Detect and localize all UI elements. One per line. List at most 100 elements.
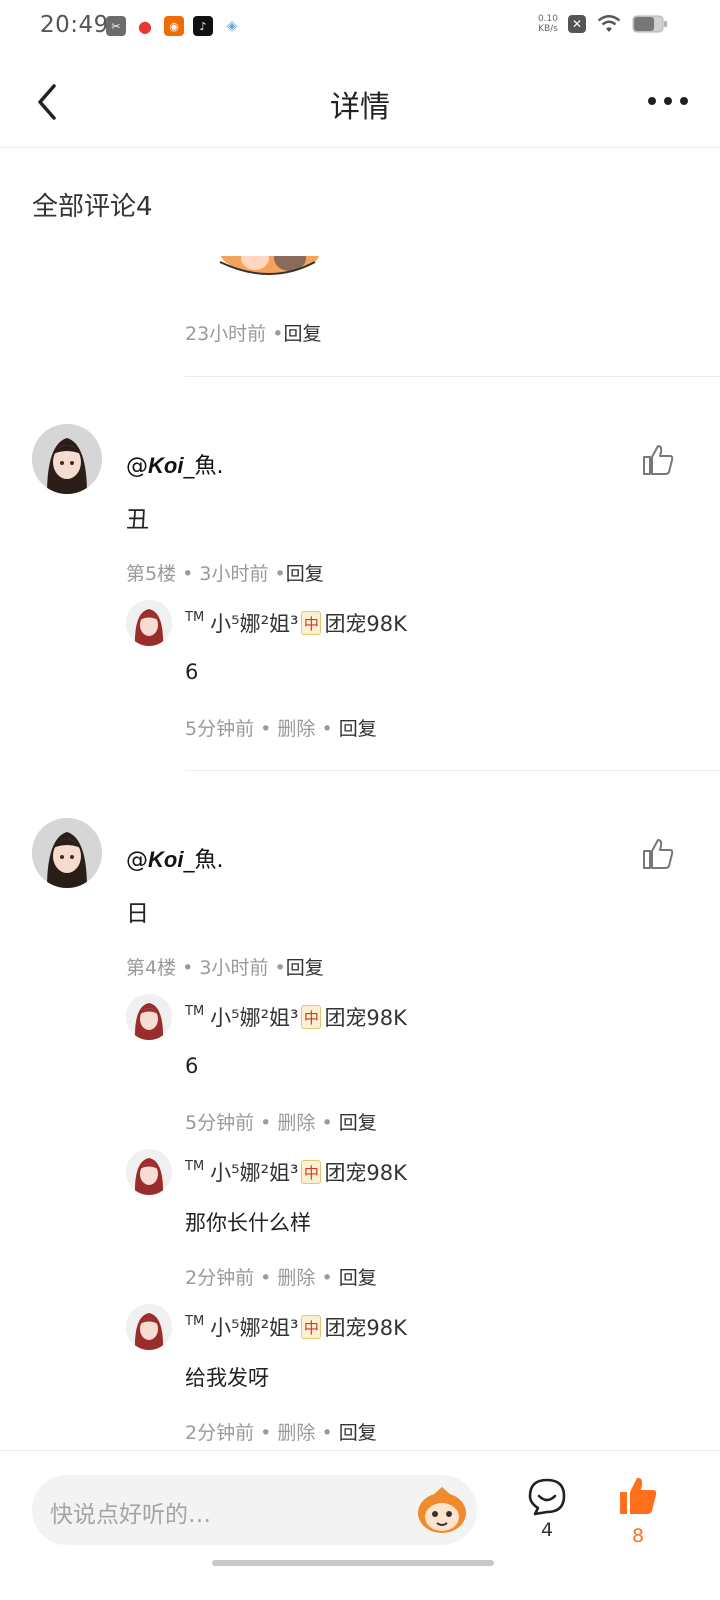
reply-link[interactable]: 回复 bbox=[283, 323, 321, 345]
tm-mark: TM bbox=[185, 1003, 205, 1019]
tm-mark: TM bbox=[185, 1313, 205, 1329]
delete-link[interactable]: 删除 bbox=[277, 1267, 315, 1289]
page-title: 详情 bbox=[330, 90, 390, 125]
reply-meta: 2分钟前 • 删除 • 回复 bbox=[185, 1422, 377, 1444]
comment-input-placeholder: 快说点好听的… bbox=[50, 1502, 211, 1528]
game-icon: ◉ bbox=[164, 16, 184, 36]
reply-username-main: 小⁵娜²姐³ bbox=[210, 1316, 299, 1340]
username-main: Koi bbox=[148, 453, 184, 478]
reply-meta: 2分钟前 • 删除 • 回复 bbox=[185, 1267, 377, 1289]
status-app-icons: ✂ ● ◉ ♪ ◈ bbox=[106, 16, 242, 36]
battery-icon bbox=[632, 15, 667, 33]
reply-text: 给我发呀 bbox=[185, 1366, 269, 1390]
reply-avatar[interactable] bbox=[126, 600, 172, 646]
reply-time: 5分钟前 bbox=[185, 1112, 255, 1134]
reply-text: 6 bbox=[185, 1054, 199, 1078]
username-prefix: @ bbox=[126, 454, 148, 479]
tm-mark: TM bbox=[185, 1158, 205, 1174]
reply-link[interactable]: 回复 bbox=[339, 1267, 377, 1289]
reply-username[interactable]: TM 小⁵娜²姐³ 中 团宠98K bbox=[185, 1002, 407, 1032]
mahjong-tile-icon: 中 bbox=[301, 1005, 322, 1029]
username-prefix: @ bbox=[126, 848, 148, 873]
reply-avatar[interactable] bbox=[126, 1149, 172, 1195]
delete-link[interactable]: 删除 bbox=[277, 1112, 315, 1134]
scissors-icon: ✂ bbox=[106, 16, 126, 36]
reply-username-tail: 团宠98K bbox=[324, 612, 407, 636]
reply-username[interactable]: TM 小⁵娜²姐³ 中 团宠98K bbox=[185, 1312, 407, 1342]
reply-link[interactable]: 回复 bbox=[339, 1422, 377, 1444]
reply-text: 那你长什么样 bbox=[185, 1211, 311, 1235]
comment-meta: 第4楼 • 3小时前 •回复 bbox=[126, 957, 324, 979]
username-main: Koi bbox=[148, 847, 184, 872]
reply-username-main: 小⁵娜²姐³ bbox=[210, 612, 299, 636]
reply-username-tail: 团宠98K bbox=[324, 1316, 407, 1340]
wifi-icon bbox=[597, 15, 621, 32]
username-suffix: _魚. bbox=[183, 848, 224, 873]
bottom-bar: 快说点好听的… 4 8 bbox=[0, 1450, 720, 1600]
kite-icon: ◈ bbox=[222, 16, 242, 36]
avatar[interactable] bbox=[32, 818, 102, 888]
comment-floor: 第4楼 bbox=[126, 957, 177, 979]
top-comment-meta: 23小时前 •回复 bbox=[185, 323, 322, 345]
reply-link[interactable]: 回复 bbox=[286, 957, 324, 979]
reply-link[interactable]: 回复 bbox=[339, 718, 377, 740]
thumbs-up-icon[interactable] bbox=[641, 443, 675, 477]
tiktok-icon: ♪ bbox=[193, 16, 213, 36]
reply-time: 2分钟前 bbox=[185, 1267, 255, 1289]
like-count: 8 bbox=[631, 1525, 645, 1547]
network-speed-unit: KB/s bbox=[538, 24, 558, 34]
reply-username-tail: 团宠98K bbox=[324, 1161, 407, 1185]
sticker-image bbox=[215, 256, 320, 278]
divider bbox=[185, 376, 720, 377]
delete-link[interactable]: 删除 bbox=[277, 718, 315, 740]
comment-time: 3小时前 bbox=[199, 563, 269, 585]
comment-meta: 第5楼 • 3小时前 •回复 bbox=[126, 563, 324, 585]
network-speed-value: 0.10 bbox=[537, 14, 558, 24]
more-dots-icon[interactable] bbox=[646, 92, 690, 110]
network-speed: 0.10 KB/s bbox=[538, 14, 558, 34]
avatar[interactable] bbox=[32, 424, 102, 494]
reply-time: 5分钟前 bbox=[185, 718, 255, 740]
reply-avatar[interactable] bbox=[126, 994, 172, 1040]
comment-username[interactable]: @Koi_魚. bbox=[126, 842, 223, 874]
balloon-icon: ● bbox=[135, 16, 155, 36]
comment-text: 日 bbox=[126, 901, 149, 927]
reply-time: 2分钟前 bbox=[185, 1422, 255, 1444]
reply-username-tail: 团宠98K bbox=[324, 1006, 407, 1030]
reply-link[interactable]: 回复 bbox=[339, 1112, 377, 1134]
comment-floor: 第5楼 bbox=[126, 563, 177, 585]
comment-time: 23小时前 bbox=[185, 323, 267, 345]
reply-username[interactable]: TM 小⁵娜²姐³ 中 团宠98K bbox=[185, 608, 407, 638]
thumbs-up-icon[interactable] bbox=[641, 837, 675, 871]
monkey-mascot-icon[interactable] bbox=[415, 1485, 469, 1535]
username-suffix: _魚. bbox=[183, 454, 224, 479]
reply-text: 6 bbox=[185, 660, 199, 684]
comment-username[interactable]: @Koi_魚. bbox=[126, 448, 223, 480]
status-time: 20:49 bbox=[40, 12, 109, 38]
comment-count: 4 bbox=[540, 1519, 554, 1541]
mahjong-tile-icon: 中 bbox=[301, 1315, 322, 1339]
home-indicator[interactable] bbox=[212, 1560, 494, 1566]
comment-bubble-icon[interactable] bbox=[527, 1477, 567, 1517]
all-comments-title: 全部评论4 bbox=[32, 192, 153, 222]
comment-input[interactable]: 快说点好听的… bbox=[32, 1475, 477, 1545]
close-box-icon: ✕ bbox=[568, 15, 586, 33]
delete-link[interactable]: 删除 bbox=[277, 1422, 315, 1444]
comment-text: 丑 bbox=[126, 507, 149, 533]
mahjong-tile-icon: 中 bbox=[301, 611, 322, 635]
reply-username[interactable]: TM 小⁵娜²姐³ 中 团宠98K bbox=[185, 1157, 407, 1187]
reply-meta: 5分钟前 • 删除 • 回复 bbox=[185, 1112, 377, 1134]
thumbs-up-filled-icon[interactable] bbox=[617, 1475, 659, 1517]
reply-meta: 5分钟前 • 删除 • 回复 bbox=[185, 718, 377, 740]
status-right: 0.10 KB/s ✕ bbox=[538, 14, 668, 34]
mahjong-tile-icon: 中 bbox=[301, 1160, 322, 1184]
status-bar: 20:49 ✂ ● ◉ ♪ ◈ 0.10 KB/s ✕ bbox=[0, 0, 720, 56]
reply-username-main: 小⁵娜²姐³ bbox=[210, 1006, 299, 1030]
reply-avatar[interactable] bbox=[126, 1304, 172, 1350]
divider bbox=[185, 770, 720, 771]
comment-time: 3小时前 bbox=[199, 957, 269, 979]
tm-mark: TM bbox=[185, 609, 205, 625]
nav-bar: 详情 bbox=[0, 56, 720, 148]
reply-link[interactable]: 回复 bbox=[286, 563, 324, 585]
reply-username-main: 小⁵娜²姐³ bbox=[210, 1161, 299, 1185]
